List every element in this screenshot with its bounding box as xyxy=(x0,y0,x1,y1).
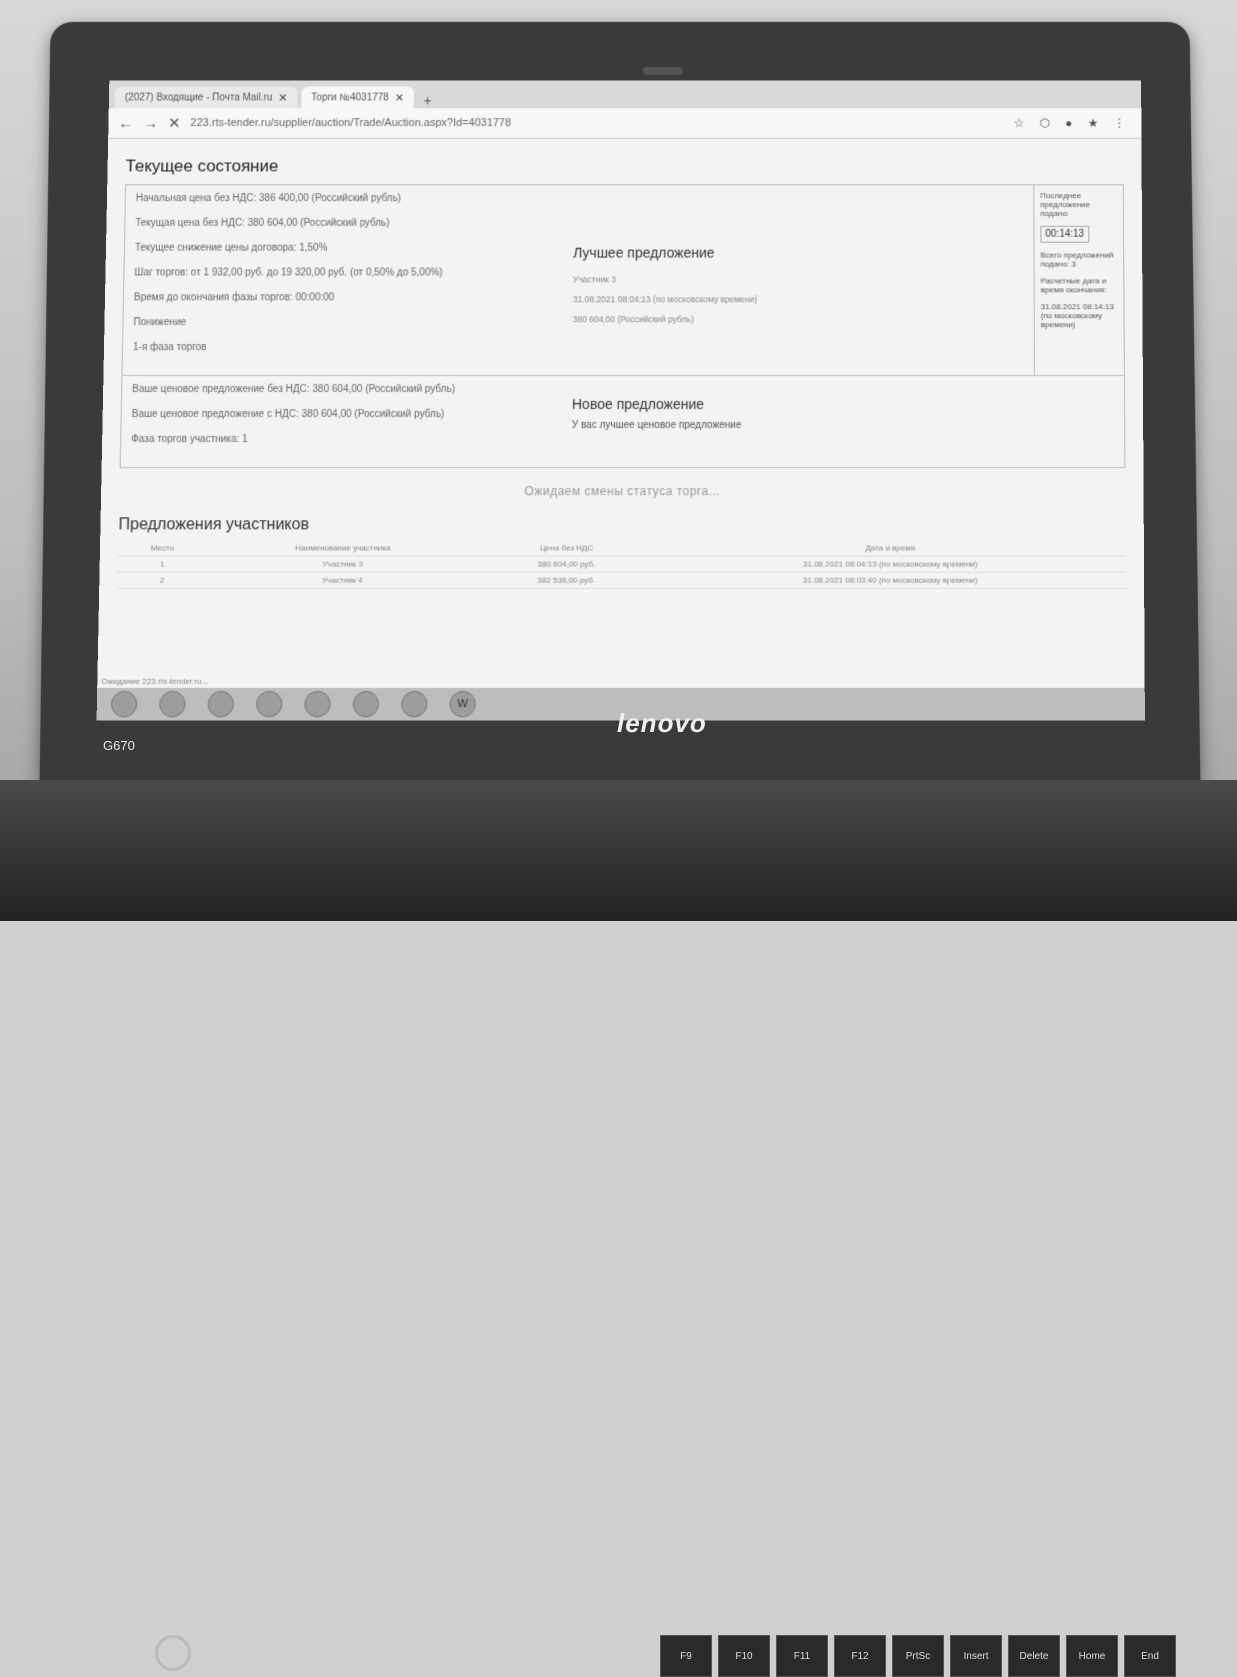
total-offers: Всего предложений подано: 3 xyxy=(1040,250,1114,269)
table-header-row: Место Наименование участника Цена без НД… xyxy=(117,540,1126,557)
best-offer: Лучшее предложение Участник 3 31.08.2021… xyxy=(562,185,1034,375)
address-bar-row: ← → ✕ 223.rts-tender.ru/supplier/auction… xyxy=(108,108,1142,139)
key-f12: F12 xyxy=(834,1635,886,1677)
row-datetime: 31.08.2021 08:04:13 (по московскому врем… xyxy=(654,556,1126,573)
best-offer-title: Лучшее предложение xyxy=(573,244,715,261)
status-bar: Ожидание 223.rts-tender.ru... xyxy=(101,676,209,686)
row-price: 382 536,00 руб. xyxy=(478,572,655,589)
row-participant: Участник 4 xyxy=(206,572,479,589)
key-home: Home xyxy=(1066,1635,1118,1677)
browser-tab-strip: (2027) Входящие - Почта Mail.ru ✕ Торги … xyxy=(108,80,1142,109)
offers-table: Место Наименование участника Цена без НД… xyxy=(117,540,1127,589)
key-end: End xyxy=(1124,1635,1176,1677)
tab-mail-label: (2027) Входящие - Почта Mail.ru xyxy=(124,92,273,103)
new-offer: Новое предложение У вас лучшее ценовое п… xyxy=(561,376,1124,467)
laptop-base: ◦◦◦ F9 F10 F11 F12 PrtSc Insert Delete H… xyxy=(0,780,1237,1677)
phase: 1-я фаза торгов xyxy=(132,342,207,354)
taskbar-app-icon[interactable] xyxy=(255,690,283,718)
time-left: Время до окончания фазы торгов: 00:00:00 xyxy=(133,292,335,304)
waiting-status: Ожидаем смены статуса торга... xyxy=(524,484,721,499)
reduction: Текущее снижение цены договора: 1,50% xyxy=(134,242,328,254)
col-participant: Наименование участника xyxy=(207,540,479,557)
forward-icon[interactable]: → xyxy=(143,115,158,132)
url-field[interactable]: 223.rts-tender.ru/supplier/auction/Trade… xyxy=(190,117,1003,129)
row-place: 1 xyxy=(117,556,208,573)
back-icon[interactable]: ← xyxy=(118,115,133,132)
current-state-title: Текущее состояние xyxy=(125,156,279,176)
current-price: Текущая цена без НДС: 380 604,00 (Россий… xyxy=(135,217,390,229)
current-state-details: Начальная цена без НДС: 386 400,00 (Росс… xyxy=(122,185,563,375)
table-row: 1 Участник 3 380 604,00 руб. 31.08.2021 … xyxy=(117,556,1126,573)
col-place: Место xyxy=(117,540,208,557)
webcam xyxy=(642,67,683,75)
start-button-icon[interactable] xyxy=(110,690,138,718)
your-offer: Ваше ценовое предложение без НДС: 380 60… xyxy=(121,376,563,467)
offer-without-vat: Ваше ценовое предложение без НДС: 380 60… xyxy=(132,384,456,396)
new-tab-button[interactable]: + xyxy=(418,93,438,109)
row-place: 2 xyxy=(117,572,207,589)
auction-step: Шаг торгов: от 1 932,00 руб. до 19 320,0… xyxy=(134,267,443,279)
calc-value: 31.08.2021 08:14:13 (по московскому врем… xyxy=(1040,302,1114,330)
function-keys: F9 F10 F11 F12 PrtSc Insert Delete Home … xyxy=(660,1635,1176,1677)
col-price: Цена без НДС xyxy=(478,540,655,557)
row-datetime: 31.08.2021 08:03:40 (по московскому врем… xyxy=(654,572,1127,589)
participant-phase: Фаза торгов участника: 1 xyxy=(131,434,248,446)
taskbar-app-icon[interactable] xyxy=(401,690,428,718)
laptop-screen: (2027) Входящие - Почта Mail.ru ✕ Торги … xyxy=(96,80,1145,721)
word-icon[interactable]: W xyxy=(449,690,476,718)
start-price: Начальная цена без НДС: 386 400,00 (Росс… xyxy=(135,193,402,205)
row-participant: Участник 3 xyxy=(206,556,479,573)
key-insert: Insert xyxy=(950,1635,1002,1677)
close-icon[interactable]: ✕ xyxy=(278,91,287,104)
offer-with-vat: Ваше ценовое предложение с НДС: 380 604,… xyxy=(131,408,445,420)
new-offer-title: Новое предложение xyxy=(571,396,705,412)
auction-page: Текущее состояние Начальная цена без НДС… xyxy=(99,139,1144,595)
best-offer-participant: Участник 3 xyxy=(572,274,616,285)
best-offer-datetime: 31.08.2021 08:04:13 (по московскому врем… xyxy=(572,294,758,305)
key-prtsc: PrtSc xyxy=(892,1635,944,1677)
offers-title: Предложения участников xyxy=(118,516,310,534)
your-offer-panel: Ваше ценовое предложение без НДС: 380 60… xyxy=(119,376,1126,469)
close-icon[interactable]: ✕ xyxy=(395,91,404,104)
current-state-panel: Начальная цена без НДС: 386 400,00 (Росс… xyxy=(121,184,1125,377)
taskbar-app-icon[interactable] xyxy=(352,690,380,718)
taskbar-app-icon[interactable] xyxy=(159,690,186,718)
key-f10: F10 xyxy=(718,1635,770,1677)
side-info: Последнее предложение подано: 00:14:13 В… xyxy=(1033,185,1124,376)
key-delete: Delete xyxy=(1008,1635,1060,1677)
extension: Понижение xyxy=(133,317,187,329)
toolbar-icons[interactable]: ☆ ⬡ ● ★ ⋮ xyxy=(1014,116,1132,130)
taskbar-app-icon[interactable] xyxy=(207,690,235,718)
stop-icon[interactable]: ✕ xyxy=(168,114,181,132)
new-offer-message: У вас лучшее ценовое предложение xyxy=(571,419,742,432)
timer: 00:14:13 xyxy=(1040,225,1090,243)
model-label: G670 xyxy=(103,738,135,753)
calc-label: Расчетные дата и время окончания: xyxy=(1040,276,1107,295)
status-leds: ◦◦◦ xyxy=(236,1630,312,1647)
brand-logo: lenovo xyxy=(617,708,707,738)
tab-mail[interactable]: (2027) Входящие - Почта Mail.ru ✕ xyxy=(114,86,298,109)
key-f9: F9 xyxy=(660,1635,712,1677)
best-offer-price: 380 604,00 (Российский рубль) xyxy=(572,314,694,325)
taskbar-app-icon[interactable] xyxy=(304,690,331,718)
col-datetime: Дата и время xyxy=(654,540,1126,557)
key-f11: F11 xyxy=(776,1635,828,1677)
tab-auction[interactable]: Торги №4031778 ✕ xyxy=(301,86,414,109)
power-button-icon xyxy=(155,1635,191,1671)
last-offer-label: Последнее предложение подано: xyxy=(1040,191,1091,218)
table-row: 2 Участник 4 382 536,00 руб. 31.08.2021 … xyxy=(117,572,1127,589)
row-price: 380 604,00 руб. xyxy=(478,556,655,573)
tab-auction-label: Торги №4031778 xyxy=(311,92,389,103)
